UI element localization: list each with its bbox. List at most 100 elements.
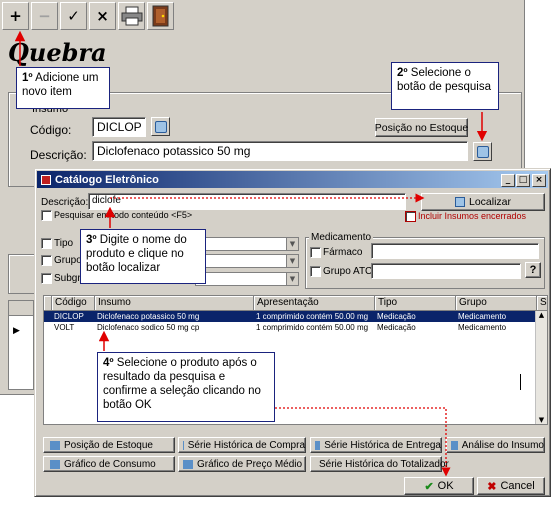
- dlg-descricao-input[interactable]: diclofe: [88, 193, 406, 210]
- row-indicator-header: [44, 296, 52, 311]
- subgrupo-checkbox[interactable]: [41, 273, 52, 284]
- analysis-icon: [451, 440, 458, 450]
- cell-tipo: Medicação: [377, 312, 416, 321]
- maximize-icon[interactable]: □: [516, 174, 530, 187]
- cancel-toolbar-button[interactable]: ×: [89, 2, 116, 30]
- cell-grupo: Medicamento: [458, 312, 507, 321]
- localizar-label: Localizar: [468, 196, 512, 208]
- subgrupo-select[interactable]: ▼: [195, 272, 299, 286]
- dlg-descricao-label: Descrição:: [41, 197, 89, 208]
- chevron-down-icon: ▼: [286, 273, 298, 285]
- text-cursor: [520, 374, 521, 390]
- col-codigo[interactable]: Código: [52, 296, 95, 311]
- codigo-search-button[interactable]: [151, 117, 170, 136]
- cell-grupo: Medicamento: [458, 323, 507, 332]
- close-icon: ✖: [487, 480, 497, 493]
- col-apresentacao[interactable]: Apresentação: [254, 296, 375, 311]
- col-grupo[interactable]: Grupo: [456, 296, 537, 311]
- farmaco-input[interactable]: [371, 243, 539, 259]
- descricao-field[interactable]: Diclofenaco potassico 50 mg: [92, 141, 468, 161]
- col-tipo[interactable]: Tipo: [375, 296, 456, 311]
- subgrupo-label: Subgr: [54, 273, 81, 284]
- callout-step-4: 4º Selecione o produto após o resultado …: [97, 352, 275, 422]
- cell-insumo: Diclofenaco potassico 50 mg: [97, 312, 200, 321]
- serie-compra-button[interactable]: Série Histórica de Compra: [178, 437, 306, 453]
- remove-button[interactable]: −: [31, 2, 58, 30]
- scroll-up-icon[interactable]: ▲: [536, 311, 547, 319]
- cell-codigo: DICLOP: [54, 312, 84, 321]
- page-title: Quebra: [8, 38, 107, 67]
- tipo-label: Tipo: [54, 238, 74, 249]
- tipo-select[interactable]: ▼: [195, 237, 299, 251]
- dialog-title: Catálogo Eletrônico: [55, 173, 159, 186]
- printer-icon: [121, 6, 142, 26]
- incluir-label: Incluir Insumos encerrados: [418, 211, 527, 221]
- list-icon: [315, 440, 321, 450]
- cell-tipo: Medicação: [377, 323, 416, 332]
- print-button[interactable]: [118, 2, 145, 30]
- search-icon: [476, 145, 489, 158]
- dialog-titlebar: Catálogo Eletrônico _ □ ×: [37, 171, 548, 188]
- localizar-button[interactable]: Localizar: [421, 193, 545, 211]
- cell-apresentacao: 1 comprimido contém 50.00 mg: [256, 323, 369, 332]
- bg-grid: ▶: [8, 300, 34, 390]
- col-insumo[interactable]: Insumo: [95, 296, 254, 311]
- medicamento-group-label: Medicamento: [309, 232, 374, 243]
- add-button[interactable]: +: [2, 2, 29, 30]
- grupo-atc-input[interactable]: [371, 263, 521, 279]
- exit-button[interactable]: [147, 2, 174, 30]
- grupo-select[interactable]: ▼: [195, 254, 299, 268]
- codigo-label: Código:: [30, 123, 72, 137]
- callout-step-1: 1º Adicione um novo item: [16, 67, 110, 109]
- minimize-icon[interactable]: _: [501, 174, 515, 187]
- analise-insumo-button[interactable]: Análise do Insumo: [446, 437, 545, 453]
- grafico-consumo-button[interactable]: Gráfico de Consumo: [43, 456, 175, 472]
- close-icon[interactable]: ×: [532, 174, 546, 187]
- descricao-search-button[interactable]: [473, 142, 492, 161]
- list-icon: [183, 440, 184, 450]
- scroll-down-icon[interactable]: ▼: [536, 416, 547, 424]
- row-indicator-icon: ▶: [13, 326, 20, 336]
- cell-apresentacao: 1 comprimido contém 50.00 mg: [256, 312, 369, 321]
- cancel-button[interactable]: ✖ Cancel: [477, 477, 545, 495]
- catalogo-dialog: Catálogo Eletrônico _ □ × Descrição: dic…: [34, 168, 551, 497]
- descricao-label: Descrição:: [30, 148, 87, 162]
- callout-step-3: 3º Digite o nome do produto e clique no …: [80, 229, 206, 284]
- cell-insumo: Diclofenaco sodico 50 mg cp: [97, 323, 200, 332]
- col-s[interactable]: S: [537, 296, 547, 311]
- grupo-label: Grupo: [54, 255, 82, 266]
- cell-codigo: VOLT: [54, 323, 75, 332]
- checkmark-icon: ✔: [424, 480, 434, 493]
- chart-icon: [50, 459, 60, 469]
- grafico-preco-button[interactable]: Gráfico de Preço Médio: [178, 456, 306, 472]
- table-row[interactable]: VOLT Diclofenaco sodico 50 mg cp 1 compr…: [44, 322, 544, 333]
- incluir-checkbox[interactable]: [405, 211, 416, 222]
- pesquisar-label: Pesquisar em todo conteúdo <F5>: [54, 210, 193, 220]
- serie-entrega-button[interactable]: Série Histórica de Entrega: [310, 437, 442, 453]
- search-icon: [154, 120, 167, 133]
- chart-icon: [183, 459, 193, 469]
- serie-totalizador-button[interactable]: Série Histórica do Totalizador: [310, 456, 449, 472]
- help-button[interactable]: ?: [525, 262, 541, 278]
- app-icon: [41, 174, 51, 185]
- grupo-atc-label: Grupo ATC: [323, 266, 373, 277]
- tipo-checkbox[interactable]: [41, 238, 52, 249]
- farmaco-checkbox[interactable]: [310, 247, 321, 258]
- callout-step-2: 2º Selecione o botão de pesquisa: [391, 62, 499, 110]
- posicao-estoque-button[interactable]: Posição no Estoque: [375, 118, 468, 137]
- chevron-down-icon: ▼: [286, 255, 298, 267]
- posicao-estoque-dlg-button[interactable]: Posição de Estoque: [43, 437, 175, 453]
- ok-button[interactable]: ✔ OK: [404, 477, 474, 495]
- door-exit-icon: [152, 5, 168, 27]
- confirm-button[interactable]: ✓: [60, 2, 87, 30]
- pesquisar-checkbox[interactable]: [41, 210, 52, 221]
- vertical-scrollbar[interactable]: ▲ ▼: [535, 311, 547, 424]
- search-icon: [454, 197, 465, 207]
- grupo-checkbox[interactable]: [41, 255, 52, 266]
- chevron-down-icon: ▼: [286, 238, 298, 250]
- codigo-field[interactable]: DICLOP: [92, 117, 146, 137]
- chart-icon: [50, 440, 60, 450]
- farmaco-label: Fármaco: [323, 247, 363, 258]
- grupo-atc-checkbox[interactable]: [310, 266, 321, 277]
- table-row[interactable]: DICLOP Diclofenaco potassico 50 mg 1 com…: [44, 311, 544, 322]
